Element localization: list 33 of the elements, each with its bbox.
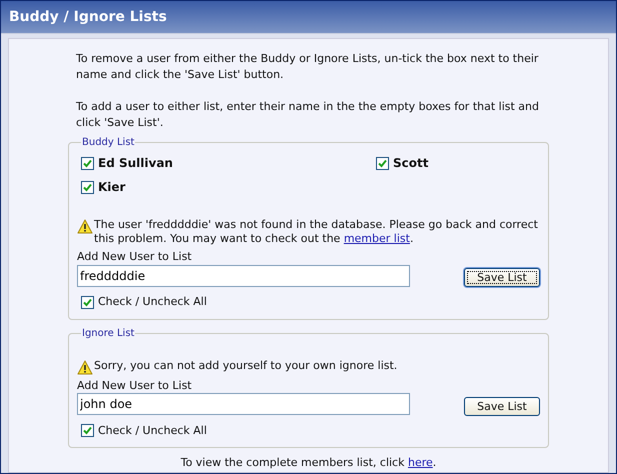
footer-text: To view the complete members list, click here. <box>180 455 438 471</box>
checkbox[interactable] <box>81 424 94 438</box>
check-all-label: Check / Uncheck All <box>98 422 207 438</box>
check-icon <box>83 158 92 168</box>
panel-legend: Ignore List <box>81 326 136 340</box>
save-list-button[interactable]: Save List <box>464 396 540 416</box>
warning-message: The user 'fredddddie' was not found in the database. Please go back and correct this problem. You may want to check out the member list. <box>94 218 539 246</box>
checkbox[interactable] <box>376 156 389 170</box>
check-icon <box>378 158 387 168</box>
field-label: Add New User to List <box>77 250 193 264</box>
checkbox[interactable] <box>81 156 94 170</box>
member-list-link[interactable]: member list <box>344 232 410 245</box>
warning-message: Sorry, you can not add yourself to your own ignore list. <box>94 358 398 372</box>
user-name: Scott <box>393 155 428 172</box>
check-all-label: Check / Uncheck All <box>98 294 207 310</box>
user-name: Ed Sullivan <box>98 155 173 172</box>
instruction-text: To remove a user from either the Buddy or Ignore Lists, un-tick the box next to their name and click the 'Save List' button. <box>76 51 540 83</box>
here-link[interactable]: here <box>408 456 433 469</box>
checkbox[interactable] <box>81 180 94 194</box>
field-label: Add New User to List <box>77 378 193 392</box>
input-field[interactable]: john doe <box>77 393 410 415</box>
check-icon <box>83 298 92 307</box>
checkbox[interactable] <box>81 296 94 309</box>
input-field[interactable]: fredddddie <box>77 264 410 286</box>
warning-icon <box>77 219 93 234</box>
user-name: Kier <box>98 179 126 196</box>
warning-icon <box>77 360 93 374</box>
panel-legend: Buddy List <box>81 135 136 150</box>
window-title: Buddy / Ignore Lists <box>9 8 167 26</box>
check-icon <box>83 426 92 436</box>
instruction-text: To add a user to either list, enter their name in the the empty boxes for that list and click 'Save List'. <box>76 99 540 131</box>
check-icon <box>83 182 92 192</box>
save-list-button[interactable]: Save List <box>464 268 540 287</box>
